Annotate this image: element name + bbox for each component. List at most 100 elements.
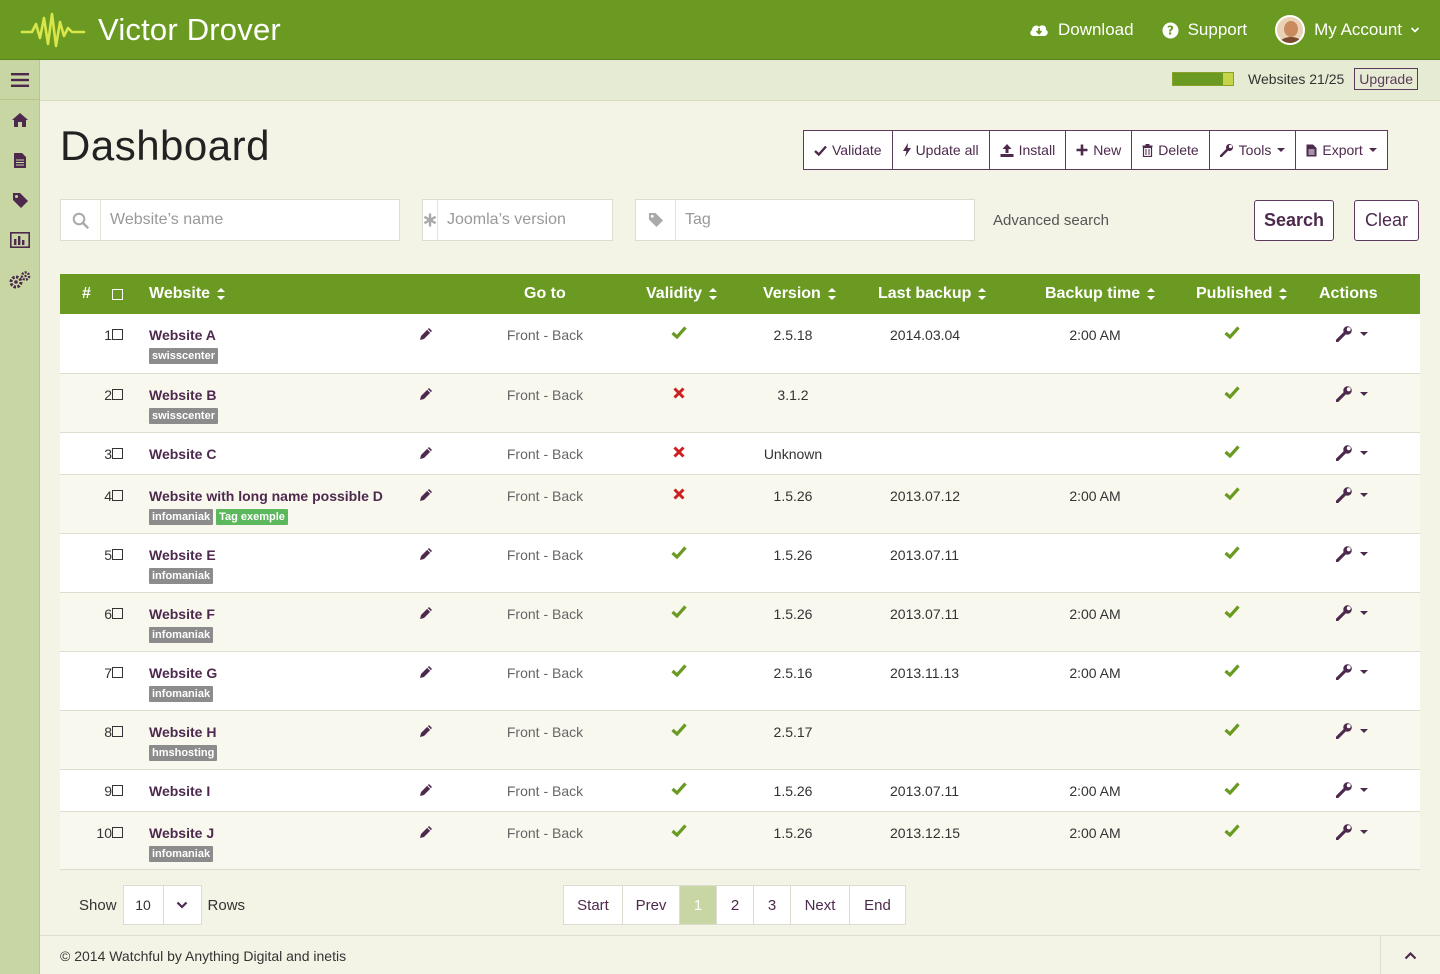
- published-status[interactable]: [1224, 782, 1240, 798]
- row-checkbox[interactable]: [112, 667, 123, 678]
- scroll-top-button[interactable]: [1380, 936, 1440, 974]
- row-actions-dropdown[interactable]: [1336, 486, 1368, 503]
- download-link[interactable]: Download: [1029, 20, 1134, 40]
- sidebar-toggle[interactable]: [0, 60, 40, 100]
- row-actions-dropdown[interactable]: [1336, 545, 1368, 562]
- edit-button[interactable]: [418, 386, 434, 405]
- row-actions-dropdown[interactable]: [1336, 604, 1368, 621]
- row-checkbox-wrap[interactable]: [112, 724, 123, 740]
- sidebar-item-reports[interactable]: [0, 220, 40, 260]
- edit-button[interactable]: [418, 326, 434, 345]
- clear-button[interactable]: Clear: [1354, 200, 1419, 241]
- edit-button[interactable]: [418, 782, 434, 801]
- goto-links[interactable]: Front - Back: [490, 825, 600, 841]
- edit-button[interactable]: [418, 487, 434, 506]
- header-version[interactable]: Version: [763, 274, 836, 314]
- published-status[interactable]: [1224, 445, 1240, 461]
- site-tag[interactable]: swisscenter: [149, 348, 218, 364]
- row-checkbox-wrap[interactable]: [112, 327, 123, 343]
- goto-links[interactable]: Front - Back: [490, 783, 600, 799]
- site-tag[interactable]: Tag exemple: [216, 509, 288, 525]
- upgrade-button[interactable]: Upgrade: [1354, 68, 1418, 90]
- page-1-button[interactable]: 1: [680, 886, 717, 924]
- support-link[interactable]: ? Support: [1162, 20, 1247, 40]
- row-checkbox[interactable]: [112, 448, 123, 459]
- row-actions-dropdown[interactable]: [1336, 325, 1368, 342]
- page-prev-button[interactable]: Prev: [623, 886, 680, 924]
- row-actions-dropdown[interactable]: [1336, 722, 1368, 739]
- row-checkbox-wrap[interactable]: [112, 547, 123, 563]
- row-checkbox-wrap[interactable]: [112, 446, 123, 462]
- page-next-button[interactable]: Next: [791, 886, 850, 924]
- row-actions-dropdown[interactable]: [1336, 385, 1368, 402]
- row-checkbox-wrap[interactable]: [112, 825, 123, 841]
- row-checkbox-wrap[interactable]: [112, 488, 123, 504]
- validate-button[interactable]: Validate: [804, 131, 893, 169]
- advanced-search-link[interactable]: Advanced search: [993, 212, 1109, 229]
- website-name-link[interactable]: Website B: [149, 387, 221, 403]
- website-name-link[interactable]: Website C: [149, 446, 216, 462]
- goto-links[interactable]: Front - Back: [490, 446, 600, 462]
- website-name-link[interactable]: Website H: [149, 724, 220, 740]
- row-checkbox[interactable]: [112, 827, 123, 838]
- goto-links[interactable]: Front - Back: [490, 665, 600, 681]
- published-status[interactable]: [1224, 546, 1240, 562]
- goto-links[interactable]: Front - Back: [490, 724, 600, 740]
- header-website[interactable]: Website: [149, 274, 226, 314]
- site-tag[interactable]: infomaniak: [149, 627, 214, 643]
- edit-button[interactable]: [418, 664, 434, 683]
- published-status[interactable]: [1224, 723, 1240, 739]
- published-status[interactable]: [1224, 326, 1240, 342]
- page-start-button[interactable]: Start: [564, 886, 623, 924]
- row-checkbox[interactable]: [112, 329, 123, 340]
- edit-button[interactable]: [418, 824, 434, 843]
- edit-button[interactable]: [418, 723, 434, 742]
- website-name-link[interactable]: Website F: [149, 606, 216, 622]
- edit-button[interactable]: [418, 546, 434, 565]
- website-name-link[interactable]: Website G: [149, 665, 217, 681]
- tools-dropdown[interactable]: Tools: [1210, 131, 1297, 169]
- row-checkbox[interactable]: [112, 490, 123, 501]
- site-tag[interactable]: infomaniak: [149, 509, 214, 525]
- rows-select-toggle[interactable]: [164, 886, 201, 924]
- row-actions-dropdown[interactable]: [1336, 444, 1368, 461]
- page-end-button[interactable]: End: [850, 886, 905, 924]
- website-name-link[interactable]: Website I: [149, 783, 210, 799]
- website-name-link[interactable]: Website E: [149, 547, 216, 563]
- site-tag[interactable]: hmshosting: [149, 745, 218, 761]
- header-last-backup[interactable]: Last backup: [878, 274, 987, 314]
- row-checkbox[interactable]: [112, 608, 123, 619]
- row-checkbox[interactable]: [112, 726, 123, 737]
- joomla-version-input[interactable]: [438, 200, 654, 240]
- update-all-button[interactable]: Update all: [893, 131, 990, 169]
- row-checkbox[interactable]: [112, 785, 123, 796]
- row-actions-dropdown[interactable]: [1336, 663, 1368, 680]
- rows-select[interactable]: 10: [122, 885, 202, 925]
- new-button[interactable]: New: [1066, 131, 1133, 169]
- row-checkbox-wrap[interactable]: [112, 783, 123, 799]
- site-tag[interactable]: infomaniak: [149, 846, 214, 862]
- goto-links[interactable]: Front - Back: [490, 547, 600, 563]
- install-button[interactable]: Install: [990, 131, 1067, 169]
- export-dropdown[interactable]: Export: [1296, 131, 1386, 169]
- row-actions-dropdown[interactable]: [1336, 781, 1368, 798]
- page-2-button[interactable]: 2: [717, 886, 754, 924]
- page-3-button[interactable]: 3: [754, 886, 791, 924]
- tag-input[interactable]: [676, 200, 974, 240]
- website-name-link[interactable]: Website A: [149, 327, 221, 343]
- site-tag[interactable]: swisscenter: [149, 408, 218, 424]
- row-actions-dropdown[interactable]: [1336, 823, 1368, 840]
- website-name-link[interactable]: Website with long name possible D: [149, 488, 383, 504]
- edit-button[interactable]: [418, 605, 434, 624]
- delete-button[interactable]: Delete: [1132, 131, 1210, 169]
- sidebar-item-tags[interactable]: [0, 180, 40, 220]
- brand-logo[interactable]: Victor Drover: [20, 8, 281, 52]
- account-menu[interactable]: My Account: [1275, 15, 1420, 45]
- goto-links[interactable]: Front - Back: [490, 488, 600, 504]
- sidebar-item-home[interactable]: [0, 100, 40, 140]
- website-name-link[interactable]: Website J: [149, 825, 216, 841]
- search-button[interactable]: Search: [1254, 200, 1334, 241]
- site-tag[interactable]: infomaniak: [149, 686, 214, 702]
- published-status[interactable]: [1224, 824, 1240, 840]
- goto-links[interactable]: Front - Back: [490, 327, 600, 343]
